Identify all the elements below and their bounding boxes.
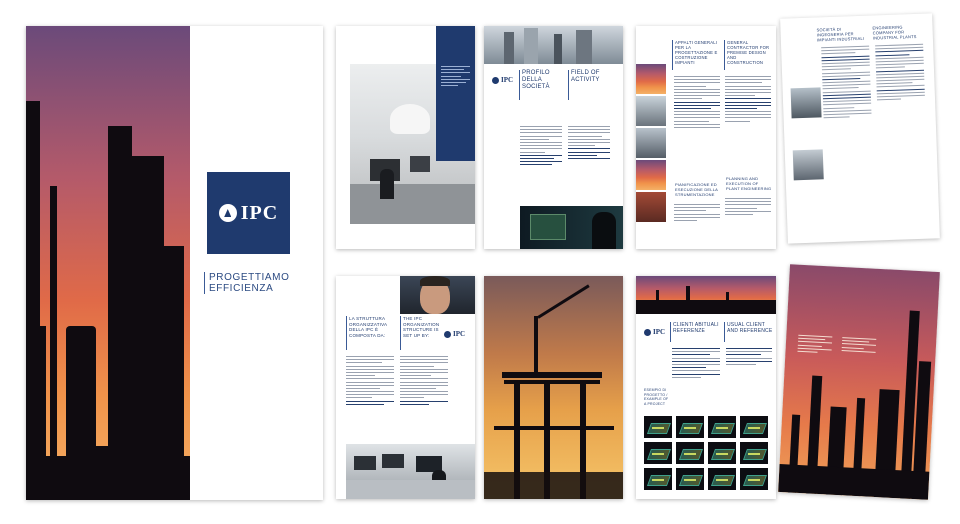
ipc-logo-mark-icon xyxy=(218,204,237,222)
ipc-logo-mark-icon xyxy=(644,328,651,336)
project-render-thumb xyxy=(644,468,672,490)
project-render-thumb xyxy=(740,416,768,438)
clients-heading-en: USUAL CLIENT AND REFERENCE xyxy=(727,322,773,334)
general-heading-it: APPALTI GENERALI PER LA PROGETTAZIONE E … xyxy=(675,40,718,65)
clients-heading-it: CLIENTI ABITUALI REFERENZE xyxy=(673,322,719,334)
clients-list-it xyxy=(672,348,720,380)
clients-list-en xyxy=(726,348,772,367)
tagline-line-1: PROGETTIAMO xyxy=(209,272,290,283)
project-render-thumb xyxy=(708,468,736,490)
project-render-thumb xyxy=(708,442,736,464)
brochure-page-offshore-rig xyxy=(484,276,623,499)
mini-ipc-logo: IPC xyxy=(644,328,665,336)
brochure-page-structure: LA STRUTTURA ORGANIZZATIVA DELLA IPC È C… xyxy=(336,276,475,499)
ipc-logo-mark-icon xyxy=(444,330,451,338)
refinery-sunset-photo xyxy=(26,26,190,500)
office-navy-sidebar xyxy=(436,26,475,161)
insert-heading-it: SOCIETÀ DI INGEGNERIA PER IMPIANTI INDUS… xyxy=(816,26,865,43)
project-render-thumb xyxy=(644,416,672,438)
control-room-photo xyxy=(346,444,475,499)
project-render-thumb xyxy=(740,468,768,490)
general-sub-it: PIANIFICAZIONE ED ESECUZIONE DELLA STRUM… xyxy=(675,182,718,197)
general-sub-en: PLANNING AND EXECUTION OF PLANT ENGINEER… xyxy=(726,176,772,191)
structure-heading-en: THE IPC ORGANIZATION STRUCTURE IS SET UP… xyxy=(403,316,440,338)
general-text-it xyxy=(674,76,720,130)
general-text-en xyxy=(725,76,771,124)
profile-text-it xyxy=(520,126,562,167)
brochure-page-profile: IPC PROFILO DELLA SOCIETÀ FIELD OF ACTIV… xyxy=(484,26,623,249)
refinery-skyline-photo xyxy=(636,276,776,314)
engineer-screen-photo xyxy=(520,206,623,249)
ipc-logo-mark-icon xyxy=(492,76,499,84)
logo-wordmark: IPC xyxy=(240,201,279,224)
back-cover-address-1 xyxy=(797,334,833,356)
portrait-photo xyxy=(400,276,475,314)
general-heading-en: GENERAL CONTRACTOR FOR PREMISE DESIGN AN… xyxy=(727,40,770,65)
project-render-thumb xyxy=(676,468,704,490)
cover-tagline: PROGETTIAMO EFFICIENZA xyxy=(204,272,290,294)
project-render-thumb xyxy=(708,416,736,438)
insert-heading-en: ENGINEERING COMPANY FOR INDUSTRIAL PLANT… xyxy=(872,24,917,41)
brochure-back-cover xyxy=(778,264,940,500)
ipc-logo: IPC xyxy=(207,172,290,254)
brochure-cover: IPC PROGETTIAMO EFFICIENZA xyxy=(26,26,323,500)
project-render-thumb xyxy=(644,442,672,464)
project-render-thumb xyxy=(676,442,704,464)
plant-pipes-photo xyxy=(484,26,623,64)
project-render-thumb xyxy=(676,416,704,438)
clients-example-caption: ESEMPIO DI PROGETTO / EXAMPLE OF A PROJE… xyxy=(644,388,669,406)
brochure-page-office xyxy=(336,26,475,249)
project-render-thumb xyxy=(740,442,768,464)
profile-text-en xyxy=(568,126,610,161)
structure-heading-it: LA STRUTTURA ORGANIZZATIVA DELLA IPC È C… xyxy=(349,316,387,338)
mini-ipc-logo: IPC xyxy=(492,76,513,84)
structure-text-it xyxy=(346,356,394,407)
plant-photo-strip xyxy=(636,64,666,249)
insert-photo-1 xyxy=(790,87,822,119)
brochure-page-clients: IPC CLIENTI ABITUALI REFERENZE USUAL CLI… xyxy=(636,276,776,499)
mini-ipc-logo: IPC xyxy=(444,330,465,338)
tagline-line-2: EFFICIENZA xyxy=(209,283,274,294)
profile-heading-en: FIELD OF ACTIVITY xyxy=(571,70,600,83)
profile-heading-it: PROFILO DELLA SOCIETÀ xyxy=(522,70,550,90)
brochure-page-general-contractor: APPALTI GENERALI PER LA PROGETTAZIONE E … xyxy=(636,26,776,249)
insert-photo-2 xyxy=(792,149,824,181)
structure-text-en xyxy=(400,356,448,407)
brochure-insert-sheet: SOCIETÀ DI INGEGNERIA PER IMPIANTI INDUS… xyxy=(780,13,940,244)
back-cover-address-2 xyxy=(841,337,877,355)
